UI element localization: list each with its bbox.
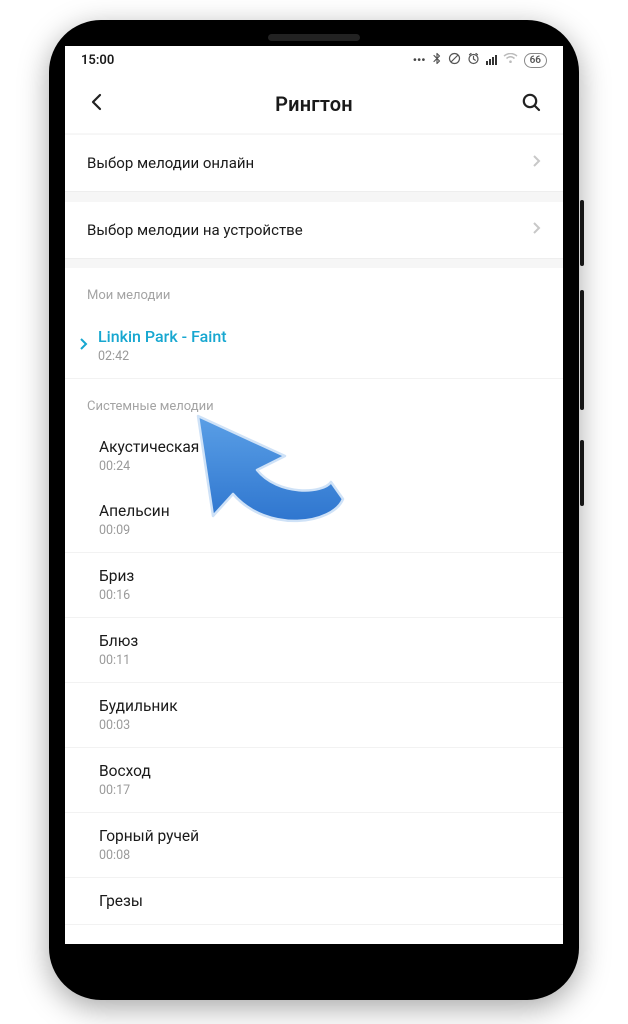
menu-online-melodies[interactable]: Выбор мелодии онлайн bbox=[65, 134, 563, 191]
ringtone-duration: 00:11 bbox=[99, 653, 138, 668]
ringtone-title: Грезы bbox=[99, 892, 143, 910]
ringtone-title: Восход bbox=[99, 762, 151, 780]
navbar: Рингтон bbox=[65, 74, 563, 134]
section-my-melodies: Мои мелодии bbox=[65, 268, 563, 313]
ringtone-duration: 00:16 bbox=[99, 588, 134, 603]
chevron-right-icon bbox=[532, 154, 541, 172]
ringtone-title: Горный ручей bbox=[99, 827, 199, 845]
dnd-icon bbox=[448, 52, 461, 68]
bluetooth-icon bbox=[432, 52, 442, 68]
status-bar: 15:00 ••• 66 bbox=[65, 46, 563, 74]
back-button[interactable] bbox=[87, 92, 107, 116]
system-ringtone-item[interactable]: Акустическая гитара 00:24 bbox=[65, 424, 563, 488]
ringtone-title: Акустическая гитара bbox=[99, 438, 252, 456]
section-system-melodies: Системные мелодии bbox=[65, 379, 563, 424]
my-ringtone-item[interactable]: Linkin Park - Faint 02:42 bbox=[65, 313, 563, 379]
divider bbox=[65, 191, 563, 201]
system-ringtone-item[interactable]: Бриз 00:16 bbox=[65, 553, 563, 618]
ringtone-title: Апельсин bbox=[99, 502, 170, 520]
ringtone-duration: 00:08 bbox=[99, 848, 199, 863]
ringtone-duration: 00:09 bbox=[99, 523, 170, 538]
system-ringtone-item[interactable]: Горный ручей 00:08 bbox=[65, 813, 563, 878]
ringtone-title: Бриз bbox=[99, 567, 134, 585]
page-title: Рингтон bbox=[275, 92, 353, 116]
chevron-right-icon bbox=[79, 337, 88, 355]
ringtone-duration: 00:24 bbox=[99, 459, 252, 474]
signal-icon bbox=[486, 55, 497, 65]
clock-label: 15:00 bbox=[81, 53, 114, 68]
ringtone-title: Linkin Park - Faint bbox=[98, 327, 227, 346]
divider bbox=[65, 258, 563, 268]
menu-label: Выбор мелодии на устройстве bbox=[87, 221, 303, 239]
ringtone-title: Блюз bbox=[99, 632, 138, 650]
battery-indicator: 66 bbox=[524, 53, 547, 68]
system-ringtone-item[interactable]: Блюз 00:11 bbox=[65, 618, 563, 683]
more-icon: ••• bbox=[413, 53, 426, 67]
system-ringtone-item[interactable]: Грезы bbox=[65, 878, 563, 925]
ringtone-title: Будильник bbox=[99, 697, 178, 715]
content-scroller[interactable]: Выбор мелодии онлайн Выбор мелодии на ус… bbox=[65, 134, 563, 944]
menu-label: Выбор мелодии онлайн bbox=[87, 154, 254, 172]
menu-device-melodies[interactable]: Выбор мелодии на устройстве bbox=[65, 201, 563, 258]
ringtone-duration: 00:03 bbox=[99, 718, 178, 733]
system-ringtone-item[interactable]: Апельсин 00:09 bbox=[65, 488, 563, 553]
ringtone-duration: 02:42 bbox=[98, 349, 227, 364]
chevron-right-icon bbox=[532, 221, 541, 239]
system-ringtone-item[interactable]: Будильник 00:03 bbox=[65, 683, 563, 748]
search-button[interactable] bbox=[521, 92, 541, 116]
alarm-icon bbox=[467, 52, 480, 68]
ringtone-duration: 00:17 bbox=[99, 783, 151, 798]
system-ringtone-item[interactable]: Восход 00:17 bbox=[65, 748, 563, 813]
wifi-icon bbox=[503, 53, 518, 68]
